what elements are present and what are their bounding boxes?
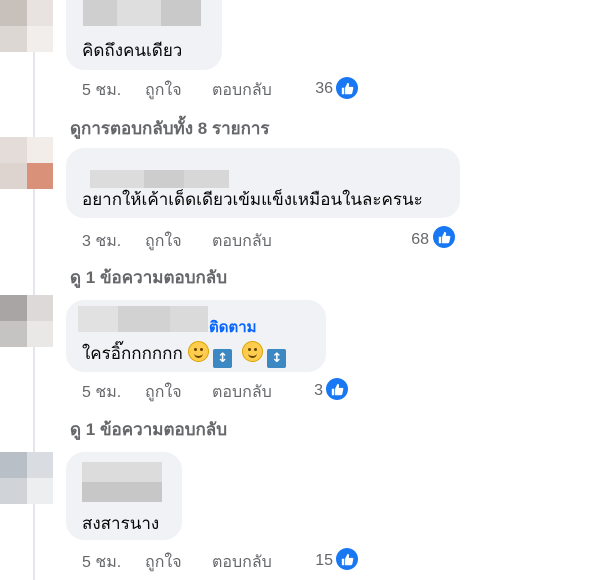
avatar[interactable] — [0, 295, 53, 347]
up-down-arrow-icon: ↕ — [267, 349, 287, 368]
avatar[interactable] — [0, 137, 53, 189]
blurred-author-name[interactable] — [83, 0, 201, 26]
blurred-author-name[interactable] — [78, 306, 208, 332]
reaction-count[interactable]: 36 — [300, 80, 333, 98]
reply-link[interactable]: ตอบกลับ — [212, 78, 272, 103]
comment-text: สงสารนาง — [82, 514, 160, 533]
comment-bubble: อยากให้เค้าเด็ดเดียวเข้มแข็งเหมือนในละคร… — [66, 148, 460, 218]
thumbs-up-icon[interactable] — [336, 548, 358, 570]
up-down-arrow-icon: ↕ — [213, 349, 233, 368]
thumbs-up-icon[interactable] — [433, 226, 455, 248]
comment-bubble: ติดตาม ใครอิ๊กกกกกก ↕ ↕ — [66, 300, 326, 372]
comment-text: อยากให้เค้าเด็ดเดียวเข้มแข็งเหมือนในละคร… — [82, 190, 423, 209]
comment-text-content: ใครอิ๊กกกกกก — [82, 344, 183, 363]
thumbs-up-icon[interactable] — [336, 77, 358, 99]
avatar[interactable] — [0, 452, 53, 504]
reply-link[interactable]: ตอบกลับ — [212, 380, 272, 405]
view-replies-link[interactable]: ดู 1 ข้อความตอบกลับ — [70, 264, 227, 291]
comment-time[interactable]: 3 ชม. — [82, 229, 121, 254]
comment-bubble: สงสารนาง — [66, 452, 182, 540]
like-link[interactable]: ถูกใจ — [145, 229, 182, 254]
view-replies-link[interactable]: ดูการตอบกลับทั้ง 8 รายการ — [70, 115, 270, 142]
like-link[interactable]: ถูกใจ — [145, 550, 182, 575]
reply-link[interactable]: ตอบกลับ — [212, 229, 272, 254]
comment-time[interactable]: 5 ชม. — [82, 78, 121, 103]
slightly-smiling-face-icon — [241, 341, 263, 362]
thumbs-up-icon[interactable] — [326, 378, 348, 400]
comment-text: คิดถึงคนเดียว — [82, 41, 183, 60]
comment-time[interactable]: 5 ชม. — [82, 550, 121, 575]
like-link[interactable]: ถูกใจ — [145, 78, 182, 103]
reaction-count[interactable]: 3 — [290, 382, 323, 400]
reaction-count[interactable]: 15 — [300, 552, 333, 570]
reaction-count[interactable]: 68 — [396, 231, 429, 249]
avatar[interactable] — [0, 0, 53, 52]
like-link[interactable]: ถูกใจ — [145, 380, 182, 405]
blurred-author-name[interactable] — [82, 462, 162, 504]
comment-bubble: คิดถึงคนเดียว — [66, 0, 222, 70]
slightly-smiling-face-icon — [187, 341, 209, 362]
comment-time[interactable]: 5 ชม. — [82, 380, 121, 405]
view-replies-link[interactable]: ดู 1 ข้อความตอบกลับ — [70, 416, 227, 443]
follow-button[interactable]: ติดตาม — [209, 315, 257, 339]
reply-link[interactable]: ตอบกลับ — [212, 550, 272, 575]
comment-text: ใครอิ๊กกกกกก ↕ ↕ — [82, 340, 287, 368]
